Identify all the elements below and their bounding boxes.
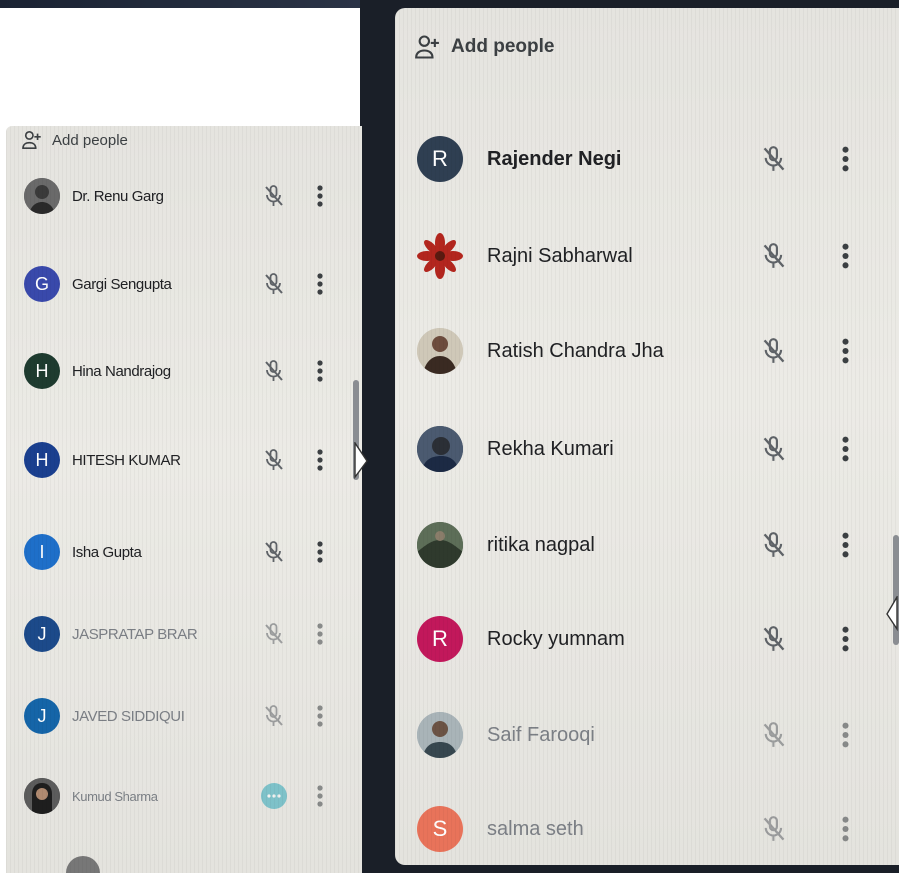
mic-off-icon[interactable] xyxy=(260,357,288,385)
mic-off-icon[interactable] xyxy=(757,718,791,752)
participant-avatar: S xyxy=(417,806,463,852)
participant-name: Rocky yumnam xyxy=(487,627,625,650)
mic-off-icon[interactable] xyxy=(757,239,791,273)
more-vert-icon[interactable] xyxy=(310,181,330,211)
person-add-icon xyxy=(415,34,443,60)
mic-off-icon[interactable] xyxy=(757,432,791,466)
more-vert-icon[interactable] xyxy=(310,445,330,475)
participant-row[interactable]: I Isha Gupta xyxy=(6,534,362,570)
add-people-button[interactable]: Add people xyxy=(415,34,554,60)
participant-row[interactable]: Kumud Sharma xyxy=(6,778,362,814)
participant-row[interactable]: Ratish Chandra Jha xyxy=(395,328,899,374)
participant-name: Dr. Renu Garg xyxy=(72,187,164,205)
more-vert-icon[interactable] xyxy=(835,142,855,176)
participant-name: Kumud Sharma xyxy=(72,788,158,804)
participant-avatar-partial xyxy=(66,856,100,873)
participant-avatar xyxy=(417,426,463,472)
participant-avatar: R xyxy=(417,616,463,662)
add-people-button[interactable]: Add people xyxy=(22,130,128,150)
participant-avatar: R xyxy=(417,136,463,182)
participant-name: Hina Nandrajog xyxy=(72,362,171,380)
more-vert-icon[interactable] xyxy=(835,528,855,562)
people-panel-right: Add people R Rajender Negi Rajni Sabharw… xyxy=(395,8,899,865)
participant-row[interactable]: Rajni Sabharwal xyxy=(395,233,899,279)
participant-name: Gargi Sengupta xyxy=(72,275,172,293)
participant-row[interactable]: ritika nagpal xyxy=(395,522,899,568)
participant-avatar: J xyxy=(24,616,60,652)
participant-row[interactable]: J JASPRATAP BRAR xyxy=(6,616,362,652)
mic-off-icon[interactable] xyxy=(260,182,288,210)
more-vert-icon[interactable] xyxy=(835,432,855,466)
mic-off-icon[interactable] xyxy=(757,142,791,176)
participant-avatar: H xyxy=(24,353,60,389)
mouse-pointer-icon xyxy=(354,440,368,485)
people-panel-left: Add people Dr. Renu Garg G Gargi Sengupt… xyxy=(6,126,362,873)
participant-avatar xyxy=(417,522,463,568)
participant-name: Isha Gupta xyxy=(72,543,142,561)
participant-name: JASPRATAP BRAR xyxy=(72,625,198,643)
participant-row[interactable]: H HITESH KUMAR xyxy=(6,442,362,478)
participant-row[interactable]: H Hina Nandrajog xyxy=(6,353,362,389)
mic-off-icon[interactable] xyxy=(260,538,288,566)
participant-row[interactable]: Dr. Renu Garg xyxy=(6,178,362,214)
person-add-icon xyxy=(22,130,44,150)
participant-row[interactable]: Rekha Kumari xyxy=(395,426,899,472)
participant-avatar xyxy=(417,712,463,758)
speaking-indicator-icon xyxy=(260,782,288,810)
participant-avatar xyxy=(417,328,463,374)
participant-avatar xyxy=(417,233,463,279)
more-vert-icon[interactable] xyxy=(835,334,855,368)
participant-avatar xyxy=(24,778,60,814)
participant-name: HITESH KUMAR xyxy=(72,451,181,469)
more-vert-icon[interactable] xyxy=(310,537,330,567)
mic-off-icon[interactable] xyxy=(757,334,791,368)
more-vert-icon[interactable] xyxy=(835,812,855,846)
participant-row[interactable]: S salma seth xyxy=(395,806,899,852)
participant-row[interactable]: G Gargi Sengupta xyxy=(6,266,362,302)
more-vert-icon[interactable] xyxy=(835,622,855,656)
mic-off-icon[interactable] xyxy=(757,622,791,656)
participant-row[interactable]: Saif Farooqi xyxy=(395,712,899,758)
participant-name: JAVED SIDDIQUI xyxy=(72,707,185,725)
participant-name: Rekha Kumari xyxy=(487,437,614,460)
participant-row[interactable]: J JAVED SIDDIQUI xyxy=(6,698,362,734)
participant-name: salma seth xyxy=(487,817,584,840)
participant-row[interactable]: R Rocky yumnam xyxy=(395,616,899,662)
more-vert-icon[interactable] xyxy=(310,701,330,731)
mic-off-icon[interactable] xyxy=(260,620,288,648)
participant-avatar: J xyxy=(24,698,60,734)
add-people-label: Add people xyxy=(52,131,128,149)
mic-off-icon[interactable] xyxy=(260,270,288,298)
mouse-pointer-icon xyxy=(886,594,898,637)
mic-off-icon[interactable] xyxy=(757,528,791,562)
mic-off-icon[interactable] xyxy=(260,446,288,474)
add-people-label: Add people xyxy=(451,36,555,57)
participant-name: Rajender Negi xyxy=(487,147,622,170)
mic-off-icon[interactable] xyxy=(757,812,791,846)
mic-off-icon[interactable] xyxy=(260,702,288,730)
more-vert-icon[interactable] xyxy=(835,239,855,273)
more-vert-icon[interactable] xyxy=(310,269,330,299)
more-vert-icon[interactable] xyxy=(310,781,330,811)
participant-name: Saif Farooqi xyxy=(487,723,595,746)
more-vert-icon[interactable] xyxy=(310,356,330,386)
participant-name: ritika nagpal xyxy=(487,533,595,556)
participant-row[interactable]: R Rajender Negi xyxy=(395,136,899,182)
participant-avatar: I xyxy=(24,534,60,570)
more-vert-icon[interactable] xyxy=(835,718,855,752)
participant-name: Ratish Chandra Jha xyxy=(487,339,664,362)
more-vert-icon[interactable] xyxy=(310,619,330,649)
participant-avatar: H xyxy=(24,442,60,478)
participant-avatar: G xyxy=(24,266,60,302)
participant-avatar xyxy=(24,178,60,214)
participant-name: Rajni Sabharwal xyxy=(487,244,633,267)
